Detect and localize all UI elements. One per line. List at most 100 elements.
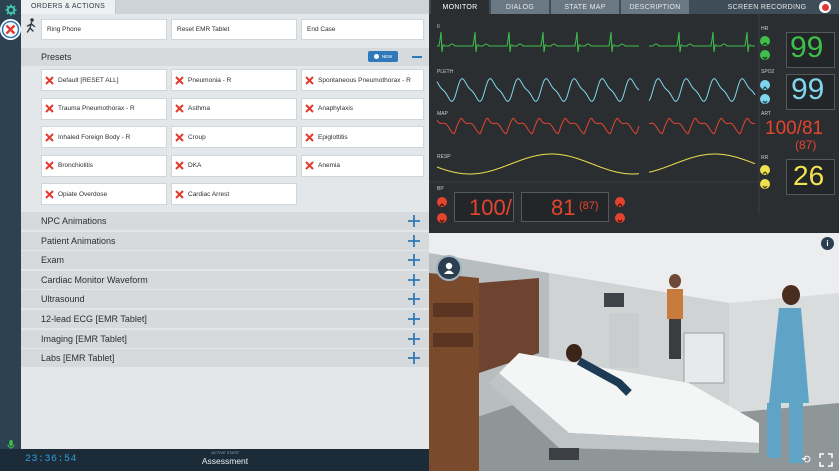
expand-plus-icon[interactable]: [407, 351, 421, 365]
tab-orders-actions[interactable]: ORDERS & ACTIONS: [21, 0, 117, 14]
settings-gear-icon[interactable]: [1, 0, 20, 19]
plus-circle-icon: [373, 54, 379, 59]
spo2-down-button[interactable]: [760, 94, 770, 104]
art-value: 100/81: [765, 118, 824, 139]
section-label: Labs [EMR Tablet]: [41, 353, 115, 364]
fullscreen-icon[interactable]: [819, 453, 833, 467]
new-label: NEW: [381, 54, 393, 59]
preset-label: Epiglottitis: [318, 133, 348, 141]
expand-plus-icon[interactable]: [407, 312, 421, 326]
hr-down-button[interactable]: [760, 50, 770, 60]
wave-label-ii: II: [437, 24, 440, 30]
section-header[interactable]: Cardiac Monitor Waveform: [21, 270, 429, 289]
side-rail: [0, 0, 21, 450]
new-preset-button[interactable]: NEW: [368, 51, 398, 62]
preset-button[interactable]: Inhaled Foreign Body - R: [41, 126, 167, 148]
preset-label: Default [RESET ALL]: [58, 76, 119, 84]
bp-dia-down-button[interactable]: [615, 213, 625, 223]
preset-button[interactable]: Croup: [171, 126, 297, 148]
timer: 23:36:54: [25, 454, 78, 465]
section-label: 12-lead ECG [EMR Tablet]: [41, 314, 147, 324]
patient-monitor: II PLETH MAP RESP BP HR 99 SPO2 99 ART 1…: [429, 14, 839, 233]
bp-sys-up-button[interactable]: [437, 197, 447, 207]
preset-button[interactable]: Anaphylaxis: [301, 97, 424, 120]
bp-dia-up-button[interactable]: [615, 197, 625, 207]
end-case-button[interactable]: End Case: [301, 19, 424, 40]
wave-label-bp: BP: [437, 186, 444, 192]
section-header[interactable]: Patient Animations: [21, 231, 429, 250]
section-header[interactable]: Labs [EMR Tablet]: [21, 349, 429, 368]
section-header[interactable]: Imaging [EMR Tablet]: [21, 329, 429, 348]
presets-header: Presets NEW: [21, 48, 429, 66]
ring-phone-button[interactable]: Ring Phone: [41, 19, 167, 40]
camera-view-icon[interactable]: [436, 255, 462, 281]
tab-state-map[interactable]: STATE MAP: [551, 0, 619, 14]
preset-button[interactable]: Pneumonia - R: [171, 69, 297, 91]
expand-plus-icon[interactable]: [407, 214, 421, 228]
info-icon[interactable]: i: [821, 237, 834, 250]
preset-label: Asthma: [188, 105, 211, 112]
expand-plus-icon[interactable]: [407, 253, 421, 267]
tab-dialog[interactable]: DIALOG: [491, 0, 549, 14]
section-header[interactable]: 12-lead ECG [EMR Tablet]: [21, 310, 429, 328]
red-x-icon: [175, 189, 184, 199]
tab-monitor[interactable]: MONITOR: [431, 0, 489, 14]
hr-label: HR: [761, 26, 769, 32]
expand-plus-icon[interactable]: [407, 332, 421, 346]
ecg-wave: [437, 31, 755, 53]
preset-label: Anemia: [318, 162, 341, 169]
spo2-up-button[interactable]: [760, 80, 770, 90]
close-case-icon[interactable]: [0, 19, 21, 40]
hr-up-button[interactable]: [760, 36, 770, 46]
rotate-view-icon[interactable]: ⟲: [799, 453, 813, 467]
right-panel: MONITOR DIALOG STATE MAP DESCRIPTION SCR…: [429, 0, 839, 471]
preset-button[interactable]: Bronchiolitis: [41, 154, 167, 177]
walking-person-icon[interactable]: [21, 14, 41, 42]
red-x-icon: [45, 104, 54, 113]
preset-button[interactable]: Opiate Overdose: [41, 183, 167, 205]
simulation-scene[interactable]: i ⟲: [429, 233, 839, 471]
preset-button[interactable]: Epiglottitis: [301, 126, 424, 148]
section-header[interactable]: NPC Animations: [21, 212, 429, 230]
expand-plus-icon[interactable]: [407, 234, 421, 248]
record-dot-icon: [821, 3, 829, 11]
expand-plus-icon[interactable]: [407, 273, 421, 287]
section-header[interactable]: Ultrasound: [21, 290, 429, 309]
rr-up-button[interactable]: [760, 165, 770, 175]
preset-button[interactable]: Trauma Pneumothorax - R: [41, 97, 167, 120]
section-label: Cardiac Monitor Waveform: [41, 274, 148, 285]
tab-description[interactable]: DESCRIPTION: [621, 0, 689, 14]
preset-button[interactable]: Default [RESET ALL]: [41, 69, 167, 91]
section-header[interactable]: Exam: [21, 251, 429, 270]
preset-label: Spontaneous Pneumothorax - R: [318, 76, 411, 84]
reset-emr-tablet-button[interactable]: Reset EMR Tablet: [171, 19, 297, 40]
pleth-wave: [436, 78, 756, 102]
preset-button[interactable]: Asthma: [171, 97, 297, 120]
art-wave: [436, 117, 756, 135]
preset-label: Opiate Overdose: [58, 190, 108, 198]
preset-label: Cardiac Arrest: [188, 190, 230, 198]
collapse-minus-icon[interactable]: [412, 56, 422, 58]
preset-label: Pneumonia - R: [188, 76, 232, 84]
rr-label: RR: [761, 155, 769, 161]
bp-sys-down-button[interactable]: [437, 213, 447, 223]
hospital-room-illustration: [429, 233, 839, 471]
preset-button[interactable]: Spontaneous Pneumothorax - R: [301, 69, 424, 91]
record-button[interactable]: [819, 1, 831, 13]
hr-value: 99: [790, 31, 824, 64]
rr-down-button[interactable]: [760, 179, 770, 189]
expand-plus-icon[interactable]: [407, 292, 421, 306]
rr-value: 26: [793, 160, 825, 191]
red-x-icon: [305, 161, 314, 170]
preset-button[interactable]: Anemia: [301, 154, 424, 177]
red-x-icon: [305, 104, 314, 113]
preset-button[interactable]: Cardiac Arrest: [171, 183, 297, 205]
red-x-icon: [175, 132, 184, 142]
red-x-icon: [45, 161, 54, 170]
preset-button[interactable]: DKA: [171, 154, 297, 177]
active-state-label: ACTIVE STATE: [211, 450, 239, 455]
wave-label-map: MAP: [437, 111, 448, 117]
bp-systolic: 100/: [469, 195, 512, 220]
red-x-icon: [175, 104, 184, 113]
bp-diastolic: 81: [551, 195, 576, 220]
